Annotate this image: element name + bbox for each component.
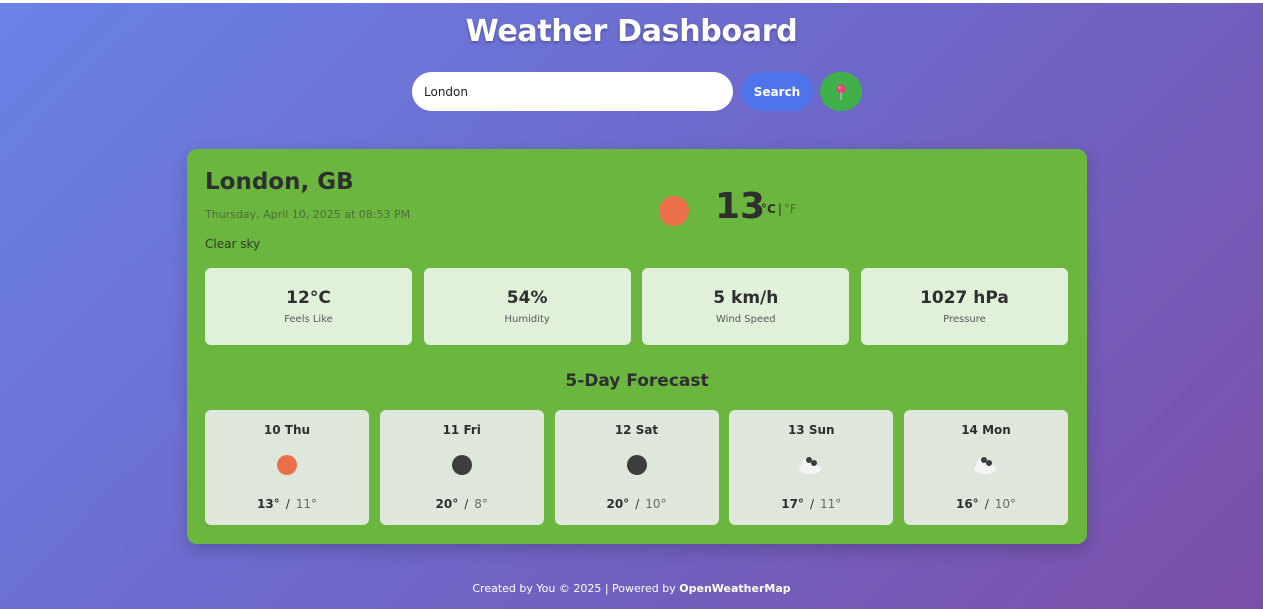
forecast-low: 11° — [819, 497, 842, 511]
stat-label: Wind Speed — [715, 314, 776, 325]
forecast-day: 12 Sat 20° / 10° — [554, 410, 719, 525]
forecast-low: 8° — [474, 497, 488, 511]
weather-description: Clear sky — [205, 237, 261, 251]
forecast-temps: 20° / 8° — [380, 497, 544, 511]
stat-label: Feels Like — [284, 314, 333, 325]
temp-separator: / — [464, 497, 469, 511]
forecast-list: 10 Thu 13° / 11° 11 Fri 20° / 8° 12 Sat 20° /… — [205, 410, 1068, 525]
stat-pressure: 1027 hPa Pressure — [860, 268, 1068, 345]
stat-feels-like: 12°C Feels Like — [205, 268, 412, 345]
temp-separator: / — [285, 497, 290, 511]
forecast-temps: 17° / 11° — [729, 497, 893, 511]
forecast-low: 11° — [295, 497, 318, 511]
cloud-icon — [974, 457, 996, 474]
forecast-day-name: 12 Sat — [614, 423, 659, 437]
footer: Created by You © 2025 | Powered by OpenW… — [0, 582, 1263, 595]
forecast-high: 17° — [781, 497, 804, 511]
top-border — [0, 0, 1263, 3]
openweathermap-link[interactable]: OpenWeatherMap — [679, 582, 790, 595]
forecast-title: 5-Day Forecast — [565, 371, 709, 391]
forecast-low: 10° — [994, 497, 1017, 511]
forecast-day-name: 11 Fri — [442, 423, 481, 437]
forecast-temps: 20° / 10° — [555, 497, 719, 511]
forecast-high: 13° — [256, 497, 280, 511]
city-search-input[interactable] — [412, 72, 733, 111]
weather-stats: 12°C Feels Like 54% Humidity 5 km/h Wind… — [205, 268, 1068, 345]
search-button[interactable]: Search — [741, 72, 813, 111]
sun-icon — [659, 196, 689, 226]
forecast-temps: 13° / 11° — [205, 497, 369, 511]
page-title: Weather Dashboard — [465, 14, 798, 49]
moon-icon — [451, 455, 472, 475]
city-name: London, GB — [205, 169, 354, 195]
forecast-high: 20° — [606, 497, 630, 511]
forecast-high: 20° — [435, 497, 459, 511]
stat-label: Pressure — [943, 314, 986, 325]
forecast-day-name: 10 Thu — [263, 423, 311, 437]
sun-icon — [277, 455, 297, 475]
current-location-button[interactable] — [820, 72, 862, 111]
temp-separator: / — [809, 497, 814, 511]
cloud-icon — [799, 457, 822, 474]
unit-toggle: °C | °F — [761, 202, 797, 216]
date-time: Thursday, April 10, 2025 at 08:53 PM — [205, 208, 411, 221]
forecast-day-name: 13 Sun — [787, 423, 835, 437]
stat-humidity: 54% Humidity — [423, 268, 631, 345]
weather-card: London, GB Thursday, April 10, 2025 at 0… — [187, 149, 1087, 544]
forecast-day: 14 Mon 16° / 10° — [904, 410, 1068, 525]
forecast-day: 10 Thu 13° / 11° — [205, 410, 369, 525]
pin-icon — [836, 84, 846, 100]
stat-value: 54% — [506, 288, 548, 308]
forecast-day: 11 Fri 20° / 8° — [379, 410, 544, 525]
unit-separator: | — [777, 202, 782, 216]
forecast-day: 13 Sun 17° / 11° — [729, 410, 894, 525]
temp-separator: / — [984, 497, 989, 511]
current-temperature: 13 — [715, 186, 766, 227]
forecast-day-name: 14 Mon — [961, 423, 1011, 437]
celsius-toggle[interactable]: °C — [761, 202, 776, 216]
forecast-low: 10° — [645, 497, 667, 511]
fahrenheit-toggle[interactable]: °F — [784, 202, 797, 216]
search-bar: Search — [412, 72, 862, 111]
temp-separator: / — [635, 497, 640, 511]
forecast-temps: 16° / 10° — [904, 497, 1068, 511]
moon-icon — [626, 455, 647, 475]
stat-value: 12°C — [286, 288, 331, 308]
forecast-high: 16° — [955, 497, 979, 511]
stat-value: 5 km/h — [713, 288, 779, 308]
stat-label: Humidity — [504, 314, 550, 325]
stat-wind-speed: 5 km/h Wind Speed — [642, 268, 850, 345]
footer-text: Created by You © 2025 | Powered by — [472, 582, 680, 595]
stat-value: 1027 hPa — [920, 288, 1009, 308]
